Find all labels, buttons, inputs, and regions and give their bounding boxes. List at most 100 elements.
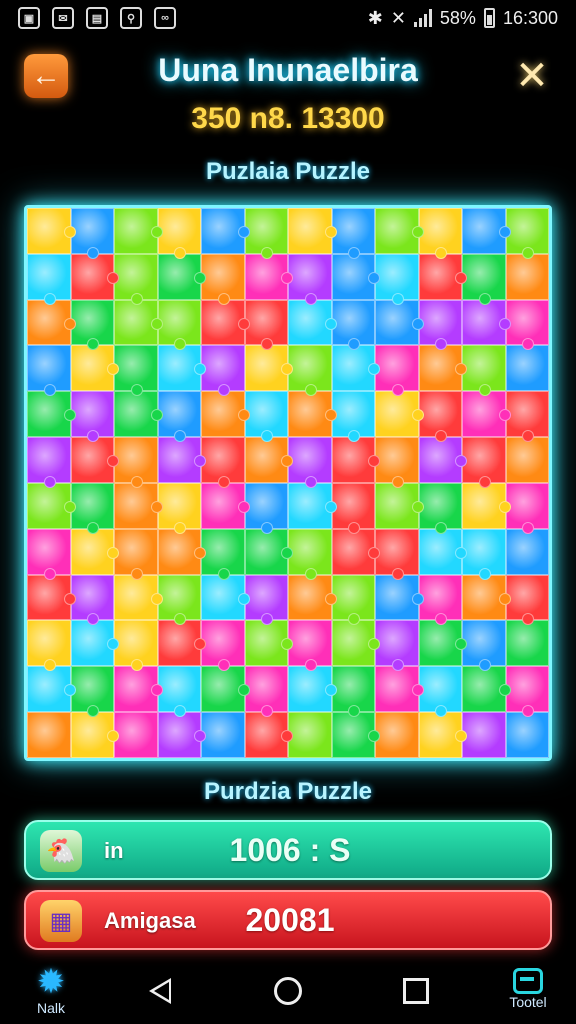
puzzle-piece[interactable] <box>114 208 163 254</box>
nav-back-button[interactable] <box>142 964 178 1004</box>
puzzle-piece[interactable] <box>157 620 206 667</box>
puzzle-piece[interactable] <box>288 528 332 580</box>
puzzle-piece[interactable] <box>505 574 549 626</box>
puzzle-piece[interactable] <box>70 666 114 718</box>
puzzle-piece[interactable] <box>375 666 424 713</box>
puzzle-piece[interactable] <box>331 437 380 483</box>
puzzle-piece[interactable] <box>157 299 201 351</box>
puzzle-piece[interactable] <box>201 712 245 758</box>
puzzle-piece[interactable] <box>505 345 549 392</box>
puzzle-piece[interactable] <box>157 437 206 483</box>
puzzle-piece[interactable] <box>418 620 467 667</box>
puzzle-piece[interactable] <box>27 299 76 346</box>
puzzle-piece[interactable] <box>505 253 549 300</box>
puzzle-piece[interactable] <box>505 620 549 667</box>
puzzle-piece[interactable] <box>244 208 288 259</box>
puzzle-piece[interactable] <box>114 299 163 346</box>
puzzle-piece[interactable] <box>375 345 419 397</box>
puzzle-piece[interactable] <box>201 253 245 305</box>
puzzle-piece[interactable] <box>114 574 163 621</box>
puzzle-piece[interactable] <box>27 620 71 672</box>
puzzle-piece[interactable] <box>462 528 506 580</box>
puzzle-piece[interactable] <box>244 345 293 392</box>
puzzle-piece[interactable] <box>418 712 467 758</box>
puzzle-piece[interactable] <box>331 482 375 534</box>
puzzle-piece[interactable] <box>331 574 375 626</box>
puzzle-piece[interactable] <box>288 574 337 621</box>
puzzle-piece[interactable] <box>418 345 467 392</box>
puzzle-piece[interactable] <box>505 208 549 259</box>
puzzle-piece[interactable] <box>27 528 71 580</box>
puzzle-piece[interactable] <box>70 345 119 392</box>
puzzle-piece[interactable] <box>201 620 245 672</box>
puzzle-piece[interactable] <box>27 574 76 621</box>
puzzle-piece[interactable] <box>70 253 119 300</box>
puzzle-piece[interactable] <box>288 712 332 758</box>
puzzle-piece[interactable] <box>375 208 424 254</box>
puzzle-piece[interactable] <box>157 712 206 758</box>
puzzle-piece[interactable] <box>70 482 114 534</box>
puzzle-piece[interactable] <box>201 437 245 488</box>
puzzle-piece[interactable] <box>505 528 549 575</box>
puzzle-piece[interactable] <box>201 391 250 438</box>
puzzle-piece[interactable] <box>462 299 511 346</box>
puzzle-piece[interactable] <box>418 253 467 300</box>
puzzle-piece[interactable] <box>27 391 76 438</box>
puzzle-piece[interactable] <box>462 391 511 438</box>
puzzle-piece[interactable] <box>201 666 250 713</box>
puzzle-piece[interactable] <box>288 666 337 713</box>
puzzle-piece[interactable] <box>70 574 114 626</box>
puzzle-board[interactable] <box>24 205 552 761</box>
puzzle-piece[interactable] <box>288 208 337 254</box>
puzzle-piece[interactable] <box>27 666 76 713</box>
puzzle-piece[interactable] <box>505 299 549 351</box>
puzzle-piece[interactable] <box>27 253 71 305</box>
puzzle-piece[interactable] <box>70 299 114 351</box>
puzzle-piece[interactable] <box>288 299 337 346</box>
puzzle-piece[interactable] <box>462 666 511 713</box>
puzzle-piece[interactable] <box>201 528 245 580</box>
puzzle-piece[interactable] <box>462 208 511 254</box>
puzzle-piece[interactable] <box>70 391 114 443</box>
puzzle-piece[interactable] <box>70 528 119 575</box>
puzzle-piece[interactable] <box>27 208 76 254</box>
puzzle-piece[interactable] <box>244 253 293 300</box>
puzzle-piece[interactable] <box>114 712 158 758</box>
puzzle-piece[interactable] <box>418 482 462 534</box>
puzzle-piece[interactable] <box>114 345 158 397</box>
puzzle-piece[interactable] <box>114 666 163 713</box>
puzzle-piece[interactable] <box>418 666 462 718</box>
puzzle-piece[interactable] <box>331 208 375 259</box>
puzzle-piece[interactable] <box>331 345 380 392</box>
puzzle-piece[interactable] <box>375 712 419 758</box>
puzzle-piece[interactable] <box>375 528 419 580</box>
puzzle-piece[interactable] <box>157 528 206 575</box>
close-button[interactable]: ✕ <box>510 54 554 98</box>
puzzle-piece[interactable] <box>157 574 201 626</box>
puzzle-piece[interactable] <box>244 712 293 758</box>
puzzle-piece[interactable] <box>114 437 158 488</box>
puzzle-piece[interactable] <box>375 253 419 305</box>
puzzle-piece[interactable] <box>505 391 549 443</box>
puzzle-piece[interactable] <box>288 345 332 397</box>
puzzle-piece[interactable] <box>244 482 288 534</box>
puzzle-piece[interactable] <box>27 437 71 488</box>
puzzle-piece[interactable] <box>244 437 293 483</box>
puzzle-piece[interactable] <box>331 528 380 575</box>
puzzle-piece[interactable] <box>418 528 467 575</box>
puzzle-piece[interactable] <box>418 391 462 443</box>
puzzle-piece[interactable] <box>288 391 337 438</box>
puzzle-piece[interactable] <box>462 482 511 529</box>
puzzle-piece[interactable] <box>114 391 163 438</box>
puzzle-piece[interactable] <box>27 345 71 397</box>
nav-home-button[interactable] <box>270 964 306 1005</box>
puzzle-piece[interactable] <box>462 574 511 621</box>
puzzle-piece[interactable] <box>375 574 424 621</box>
puzzle-piece[interactable] <box>288 482 337 529</box>
puzzle-piece[interactable] <box>70 620 119 667</box>
puzzle-piece[interactable] <box>462 712 506 758</box>
puzzle-piece[interactable] <box>244 391 288 443</box>
puzzle-piece[interactable] <box>331 299 375 351</box>
puzzle-piece[interactable] <box>462 345 506 397</box>
puzzle-piece[interactable] <box>157 391 201 443</box>
